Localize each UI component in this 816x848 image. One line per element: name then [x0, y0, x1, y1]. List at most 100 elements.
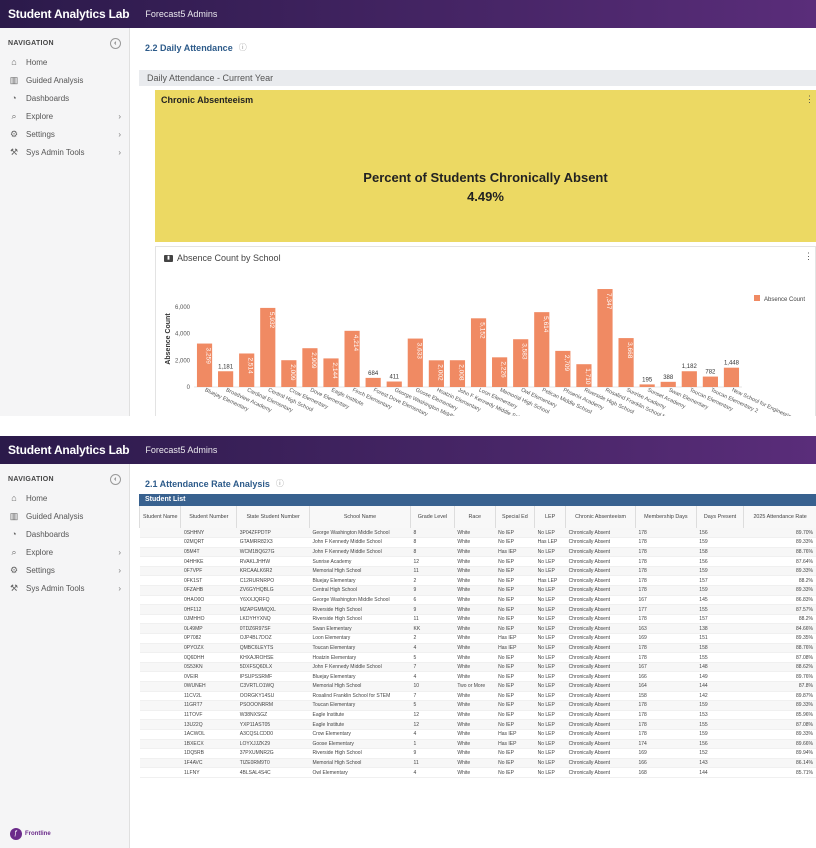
table-row[interactable]: 13U22Q YXP11AST05 Eagle Institute 12 White No… — [139, 719, 816, 730]
table-row[interactable]: 0HAO0O Y6XXJQRFQ George Washington Middle … — [139, 595, 816, 606]
table-cell: Has IEP — [495, 547, 535, 558]
nav-item-settings[interactable]: ⚙ Settings › — [0, 125, 129, 143]
frontline-logo: ƒ Frontline — [10, 828, 51, 840]
table-row[interactable]: 1ACWOL A3CQSLCDD0 Crow Elementary 4 White Has… — [139, 729, 816, 740]
table-row[interactable]: 0VEIR IPSUPSSRMF Bluejay Elementary 4 White N… — [139, 671, 816, 682]
data-label: 2,002 — [436, 364, 443, 381]
table-row[interactable]: 04HHKE RVAKLJHHW Sunrise Academy 12 White No … — [139, 556, 816, 567]
nav-item-dashboards[interactable]: ◔ Dashboards — [0, 89, 129, 107]
table-row[interactable]: 1F4AVC TIZE0RM9T0 Memorial High School 11 Wh… — [139, 758, 816, 769]
table-row[interactable]: 0F7VPF KRCAALK6R2 Memorial High School 11 Wh… — [139, 566, 816, 577]
table-cell: Riverside High School — [309, 604, 411, 615]
table-cell — [139, 662, 181, 673]
table-cell: 167 — [635, 662, 697, 673]
table-cell: C3VRTLO1WQ — [236, 681, 310, 692]
column-header[interactable]: Days Present — [695, 506, 744, 528]
gauge-icon: ◔ — [11, 529, 17, 539]
tenant-name[interactable]: Forecast5 Admins — [145, 9, 217, 19]
nav-item-explore[interactable]: ⌕ Explore › — [0, 107, 129, 125]
table-row[interactable]: 0S53KN 5DXFSQ6DLX John F Kennedy Middle Sc… — [139, 662, 816, 673]
table-row[interactable]: 0WUNEH C3VRTLO1WQ Memorial High School 10 Tw… — [139, 681, 816, 692]
column-header[interactable]: Race — [453, 506, 496, 528]
data-label: 5,614 — [542, 316, 549, 333]
table-cell: No LEP — [534, 652, 566, 663]
tenant-name[interactable]: Forecast5 Admins — [145, 445, 217, 455]
table-cell: 1 — [410, 739, 455, 750]
data-label: 1,181 — [218, 364, 234, 370]
table-row[interactable]: 0PYOZX QMBC6LEYTS Toucan Elementary 4 White H… — [139, 643, 816, 654]
table-cell: No LEP — [534, 556, 566, 567]
table-row[interactable]: 0L49MP 0TDZ6R97SF Swan Elementary KK White No… — [139, 623, 816, 635]
data-label: 4,214 — [352, 335, 359, 352]
collapse-nav-button[interactable]: ‹ — [110, 38, 121, 49]
table-row[interactable]: 0JMHHO LKDYHYXNQ Riverside High School 11 Wh… — [139, 614, 816, 625]
nav-item-explore[interactable]: ⌕ Explore › — [0, 543, 129, 561]
app-title[interactable]: Student Analytics Lab — [8, 7, 130, 21]
table-row[interactable]: 05M4T WCM1BQ627G John F Kennedy Middle Sch… — [139, 547, 816, 558]
column-header[interactable]: Student Name — [138, 506, 181, 528]
table-row[interactable]: 0P7082 OJP4BL7DOZ Loon Elementary 2 White Has… — [139, 633, 816, 644]
column-header[interactable]: Chronic Absenteeism — [565, 506, 636, 528]
column-header[interactable]: School Name — [308, 506, 411, 528]
data-label: 2,909 — [310, 352, 317, 369]
column-header[interactable]: State Student Number — [236, 506, 310, 528]
nav-item-sys-admin-tools[interactable]: ⚒ Sys Admin Tools › — [0, 579, 129, 597]
table-row[interactable]: 1LFNY 4BLSAL4S4C Owl Elementary 4 White No IE… — [139, 767, 816, 778]
table-row[interactable]: 0FZAHB ZV6GYHQBLG Central High School 9 Whit… — [139, 585, 816, 596]
table-cell: Riverside High School — [309, 748, 411, 759]
nav-heading: NAVIGATION ‹ — [0, 464, 129, 489]
table-cell: No LEP — [534, 710, 566, 721]
column-header[interactable]: LEP — [534, 506, 566, 528]
table-cell: Memorial High School — [309, 758, 411, 769]
nav-item-guided-analysis[interactable]: ▥ Guided Analysis — [0, 71, 129, 89]
collapse-nav-button[interactable]: ‹ — [110, 474, 121, 485]
table-row[interactable]: 0Q6DHH KHXAJROHSE Hoatzin Elementary 5 White… — [139, 652, 816, 663]
table-cell: George Washington Middle School — [309, 528, 411, 539]
nav-item-guided-analysis[interactable]: ▥ Guided Analysis — [0, 507, 129, 525]
table-row[interactable]: 0SHHNY 3P04ZFPDTP George Washington Middle… — [139, 528, 816, 539]
table-cell: 145 — [696, 595, 744, 606]
table-row[interactable]: 0HF112 MZAPGMMQXL Riverside High School 9 Wh… — [139, 604, 816, 615]
info-icon[interactable]: ⓘ — [276, 478, 284, 489]
table-cell: 2 — [410, 633, 455, 644]
column-header[interactable]: Special Ed — [494, 506, 535, 528]
table-cell — [139, 643, 181, 654]
app-title[interactable]: Student Analytics Lab — [8, 443, 130, 457]
table-row[interactable]: 11GRT7 PSOOONRRM Toucan Elementary 5 White No… — [139, 700, 816, 711]
nav-item-dashboards[interactable]: ◔ Dashboards — [0, 525, 129, 543]
table-cell — [139, 652, 181, 663]
table-row[interactable]: 0FK1ST C12RURNRPO Bluejay Elementary 2 White… — [139, 575, 816, 587]
info-icon[interactable]: ⓘ — [239, 42, 247, 53]
table-cell: White — [454, 767, 496, 778]
table-cell: Chronically Absent — [565, 575, 636, 587]
table-cell: Chronically Absent — [565, 556, 636, 567]
table-cell — [139, 633, 181, 644]
table-row[interactable]: 11TOVF W38NXSGZ Eagle Institute 12 White No I… — [139, 710, 816, 721]
column-header[interactable]: Student Number — [180, 506, 237, 528]
table-cell: No IEP — [495, 528, 535, 539]
table-row[interactable]: 11CV2L OORGKY14SU Rosalind Franklin School… — [139, 691, 816, 702]
page-title-text: 2.1 Attendance Rate Analysis — [145, 478, 270, 489]
table-row[interactable]: 1BXECX LOYXJJZK29 Goose Elementary 1 White Ha… — [139, 739, 816, 750]
table-cell: Riverside High School — [309, 614, 411, 625]
column-header[interactable]: Grade Level — [410, 506, 455, 528]
table-cell: C12RURNRPO — [236, 575, 310, 587]
table-cell: 1DQ5RB — [180, 748, 237, 759]
nav-item-settings[interactable]: ⚙ Settings › — [0, 561, 129, 579]
nav-item-home[interactable]: ⌂ Home — [0, 489, 129, 507]
column-header[interactable]: Membership Days — [634, 506, 697, 528]
table-cell: 159 — [696, 700, 744, 711]
table-row[interactable]: 02MQRT GTAMRR82X3 John F Kennedy Middle Sc… — [139, 537, 816, 548]
table-cell: No IEP — [495, 767, 535, 778]
table-cell: 151 — [696, 633, 744, 644]
table-cell: 1LFNY — [180, 767, 237, 778]
column-header[interactable]: 2025 Attendance Rate — [743, 506, 816, 528]
table-cell: 12 — [410, 710, 455, 721]
table-cell: No LEP — [534, 528, 566, 539]
table-cell: 12 — [410, 556, 455, 567]
nav-item-sys-admin-tools[interactable]: ⚒ Sys Admin Tools › — [0, 143, 129, 161]
kpi-menu-icon[interactable]: ⋮ — [805, 94, 814, 105]
table-row[interactable]: 1DQ5RB 37PXUMNR2G Riverside High School 9 Wh… — [139, 748, 816, 759]
table-cell: 0HF112 — [180, 604, 237, 615]
nav-item-home[interactable]: ⌂ Home — [0, 53, 129, 71]
